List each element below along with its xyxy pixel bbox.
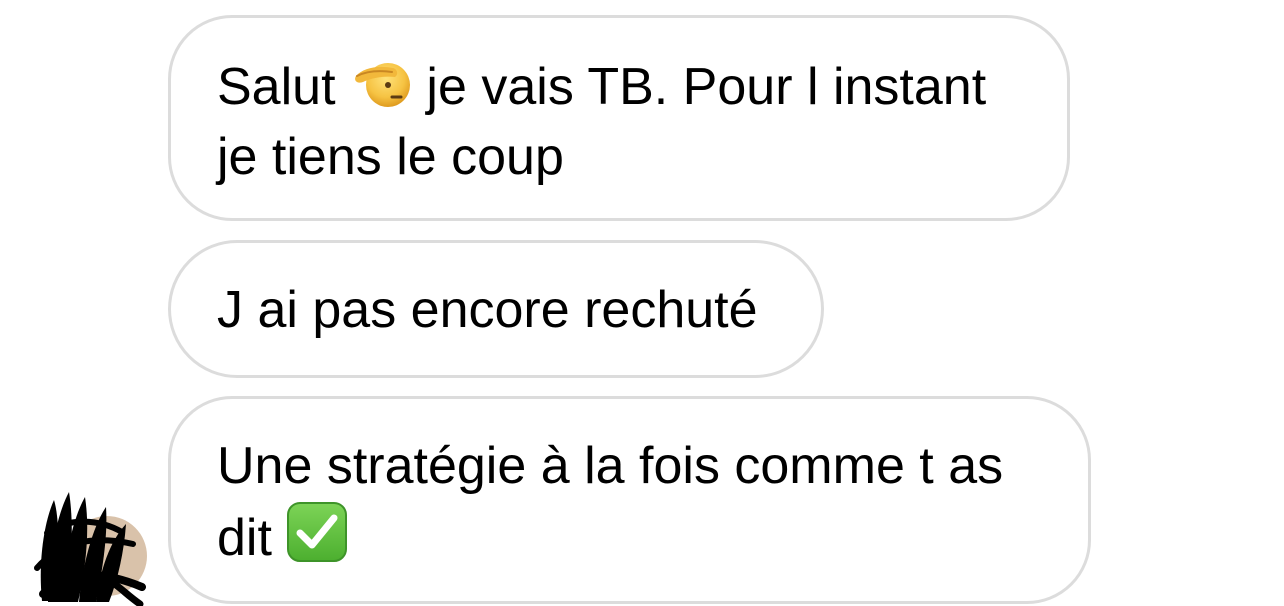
message-1-text-start: Salut	[217, 58, 350, 116]
check-mark-button-icon	[287, 502, 348, 562]
message-1-line-2: je tiens le coup	[217, 128, 564, 186]
message-3-text-start: dit	[217, 509, 287, 567]
message-1-text-end: je vais TB. Pour l instant	[411, 58, 987, 116]
message-3-line-2: dit	[217, 501, 1042, 573]
saluting-face-icon	[355, 63, 410, 107]
message-bubble-1[interactable]: Salut je vais TB. Pour l instant je tien…	[168, 15, 1070, 221]
message-2-text: J ai pas encore rechuté	[217, 281, 758, 339]
message-thread: Salut je vais TB. Pour l instant je tien…	[0, 0, 1284, 606]
message-bubble-3[interactable]: Une stratégie à la fois comme t as dit	[168, 396, 1091, 604]
message-1-line-1: Salut je vais TB. Pour l instant	[217, 52, 1021, 122]
avatar[interactable]	[30, 490, 148, 606]
message-bubble-2[interactable]: J ai pas encore rechuté	[168, 240, 824, 378]
message-3-line-1: Une stratégie à la fois comme t as	[217, 437, 1004, 495]
